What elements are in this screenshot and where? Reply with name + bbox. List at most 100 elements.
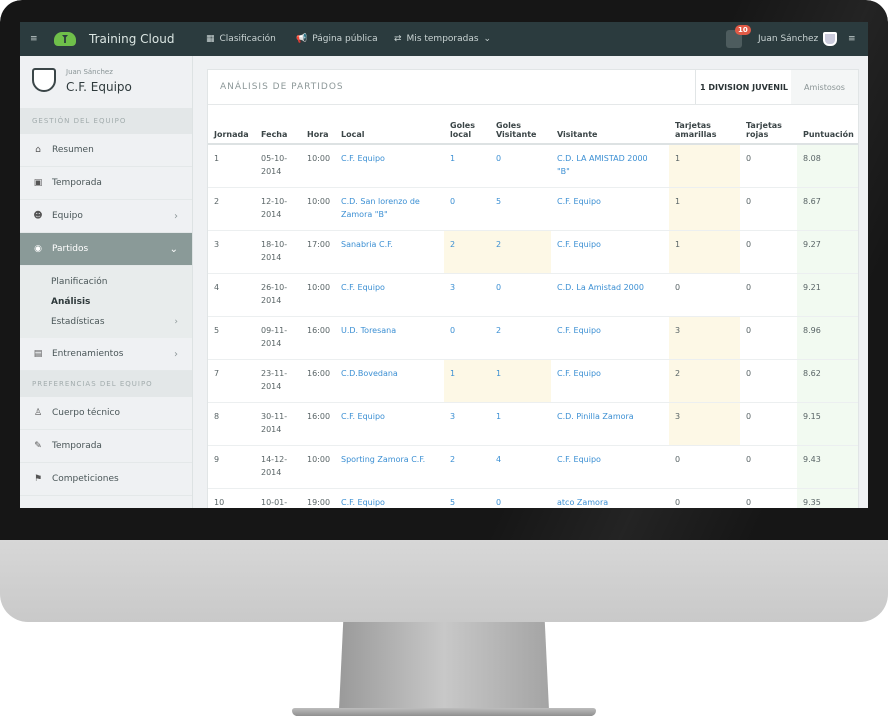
- sidebar-item-label: Temporada: [52, 178, 102, 188]
- sidebar-item-label: Temporada: [52, 441, 102, 451]
- table-cell: 17:00: [301, 230, 335, 274]
- table-cell[interactable]: C.F. Equipo: [335, 402, 444, 446]
- sidebar-item-resumen[interactable]: ⌂ Resumen: [20, 134, 192, 167]
- table-cell: 0: [740, 359, 797, 403]
- column-header: Tarjetas amarillas: [669, 105, 740, 145]
- table-cell[interactable]: C.F. Equipo: [551, 187, 669, 231]
- table-cell: 8.08: [797, 144, 858, 188]
- table-row[interactable]: 7 23-11-2014 16:00 C.D.Bovedana 1 1 C.F. Equip…: [208, 359, 858, 403]
- table-cell[interactable]: 1: [490, 402, 551, 446]
- sidebar-item-partidos[interactable]: ◉ Partidos ⌄: [20, 233, 192, 266]
- table-cell[interactable]: 3: [444, 402, 490, 446]
- table-cell[interactable]: 5: [444, 488, 490, 508]
- table-cell: 1: [208, 144, 255, 188]
- wrench-icon: ✎: [34, 441, 42, 451]
- chevron-right-icon: ›: [174, 317, 178, 327]
- sidebar-item-equipo[interactable]: ☻ Equipo ›: [20, 200, 192, 233]
- table-cell[interactable]: 2: [444, 445, 490, 489]
- table-cell[interactable]: C.F. Equipo: [335, 273, 444, 317]
- table-cell: 3: [208, 230, 255, 274]
- column-header: Puntuación: [797, 105, 858, 145]
- team-shield-icon: [823, 32, 838, 46]
- table-row[interactable]: 9 14-12-2014 10:00 Sporting Zamora C.F. 2 4 C.…: [208, 445, 858, 489]
- table-cell: 10:00: [301, 187, 335, 231]
- table-cell[interactable]: 0: [490, 144, 551, 188]
- table-cell[interactable]: C.F. Equipo: [551, 316, 669, 360]
- table-row[interactable]: 1010-01-201519:00C.F. Equipo50atco Zamor…: [208, 488, 858, 508]
- table-row[interactable]: 5 09-11-2014 16:00 U.D. Toresana 0 2 C.F. Equi…: [208, 316, 858, 360]
- sidebar-item-cuerpo-tecnico[interactable]: ♙ Cuerpo técnico: [20, 397, 192, 430]
- table-cell: 7: [208, 359, 255, 403]
- table-row[interactable]: 2 12-10-2014 10:00 C.D. San lorenzo de Zamo…: [208, 187, 858, 231]
- submenu-analisis[interactable]: Análisis: [51, 292, 192, 312]
- nav-label: Página pública: [312, 34, 378, 44]
- table-cell[interactable]: 1: [444, 359, 490, 403]
- tab-1-division-juvenil[interactable]: 1 DIVISION JUVENIL: [695, 70, 793, 104]
- table-cell[interactable]: Sporting Zamora C.F.: [335, 445, 444, 489]
- table-cell[interactable]: C.F. Equipo: [551, 359, 669, 403]
- table-cell: 1: [669, 230, 740, 274]
- table-cell[interactable]: C.D.Bovedana: [335, 359, 444, 403]
- table-cell[interactable]: 0: [444, 187, 490, 231]
- table-cell: 0: [740, 273, 797, 317]
- table-cell[interactable]: 1: [490, 359, 551, 403]
- menu-icon[interactable]: ≡: [30, 22, 38, 56]
- table-cell[interactable]: 2: [444, 230, 490, 274]
- table-cell[interactable]: Sanabria C.F.: [335, 230, 444, 274]
- column-header: Goles local: [444, 105, 490, 145]
- notifications-button[interactable]: 10: [726, 22, 751, 56]
- user-menu[interactable]: Juan Sánchez: [758, 22, 838, 56]
- table-cell[interactable]: 2: [490, 230, 551, 274]
- table-cell[interactable]: C.D. San lorenzo de Zamora "B": [335, 187, 444, 231]
- submenu-planificacion[interactable]: Planificación: [51, 272, 192, 292]
- team-shield-icon: [32, 68, 56, 92]
- profile-team: C.F. Equipo: [66, 80, 132, 94]
- submenu-estadisticas[interactable]: Estadísticas ›: [51, 312, 192, 332]
- table-cell[interactable]: C.D. La Amistad 2000: [551, 273, 669, 317]
- table-cell: 09-11-2014: [255, 316, 301, 360]
- table-cell[interactable]: C.F. Equipo: [551, 445, 669, 489]
- table-cell: 0: [740, 488, 797, 508]
- table-cell[interactable]: 2: [490, 316, 551, 360]
- home-icon: ⌂: [35, 145, 41, 155]
- table-cell[interactable]: 0: [490, 488, 551, 508]
- table-cell[interactable]: 4: [490, 445, 551, 489]
- table-cell[interactable]: C.F. Equipo: [335, 488, 444, 508]
- table-cell[interactable]: C.F. Equipo: [335, 144, 444, 188]
- sidebar-item-temporada[interactable]: ▣ Temporada: [20, 167, 192, 200]
- table-cell[interactable]: 0: [444, 316, 490, 360]
- table-cell[interactable]: C.D. Pinilla Zamora: [551, 402, 669, 446]
- team-profile[interactable]: Juan Sánchez C.F. Equipo: [20, 56, 192, 108]
- sidebar-item-temporada-pref[interactable]: ✎ Temporada: [20, 430, 192, 463]
- sidebar-item-competiciones[interactable]: ⚑ Competiciones: [20, 463, 192, 496]
- sidebar-item-label: Resumen: [52, 145, 94, 155]
- nav-mis-temporadas[interactable]: ⇄ Mis temporadas ⌄: [394, 22, 491, 56]
- table-cell[interactable]: 3: [444, 273, 490, 317]
- table-cell: 3: [669, 402, 740, 446]
- nav-clasificacion[interactable]: ▦ Clasificación: [206, 22, 276, 56]
- table-cell[interactable]: 0: [490, 273, 551, 317]
- table-cell: 14-12-2014: [255, 445, 301, 489]
- table-cell[interactable]: atco Zamora: [551, 488, 669, 508]
- sidebar-toggle-icon[interactable]: ≡: [848, 22, 856, 56]
- table-row[interactable]: 3 18-10-2014 17:00 Sanabria C.F. 2 2 C.F. Equi…: [208, 230, 858, 274]
- nav-pagina-publica[interactable]: 📢 Página pública: [296, 22, 378, 56]
- table-cell[interactable]: 1: [444, 144, 490, 188]
- sidebar-item-entrenamientos[interactable]: ▤ Entrenamientos ›: [20, 338, 192, 371]
- nav-label: Clasificación: [219, 34, 276, 44]
- sidebar-item-label: Competiciones: [52, 474, 119, 484]
- matches-table: Jornada Fecha Hora Local Goles local Goles Vi…: [208, 105, 858, 508]
- column-header: Jornada: [208, 105, 255, 145]
- table-cell[interactable]: C.F. Equipo: [551, 230, 669, 274]
- table-cell[interactable]: C.D. LA AMISTAD 2000 "B": [551, 144, 669, 188]
- table-cell: 9.43: [797, 445, 858, 489]
- table-row[interactable]: 8 30-11-2014 16:00 C.F. Equipo 3 1 C.D. Pinill…: [208, 402, 858, 446]
- tab-amistosos[interactable]: Amistosos: [791, 70, 858, 104]
- logo-icon: [54, 32, 76, 46]
- table-row[interactable]: 1 05-10-2014 10:00 C.F. Equipo 1 0 C.D. LA AMI…: [208, 144, 858, 188]
- table-row[interactable]: 4 26-10-2014 10:00 C.F. Equipo 3 0 C.D. La Ami…: [208, 273, 858, 317]
- table-cell[interactable]: U.D. Toresana: [335, 316, 444, 360]
- brand[interactable]: Training Cloud: [54, 22, 174, 56]
- table-cell[interactable]: 5: [490, 187, 551, 231]
- table-cell: 05-10-2014: [255, 144, 301, 188]
